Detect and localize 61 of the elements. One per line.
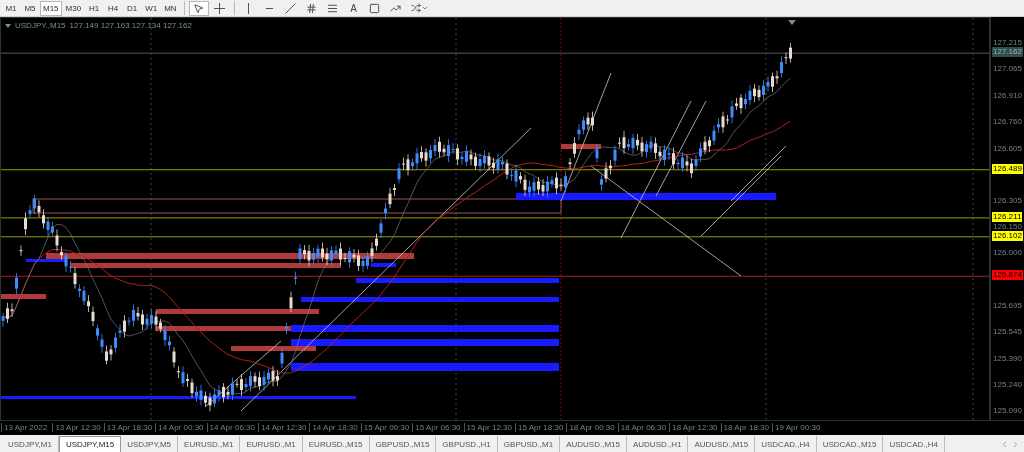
time-label: 13 Apr 18:30 xyxy=(103,423,153,432)
price-label: 126.150 xyxy=(992,222,1023,233)
time-label: 15 Apr 00:30 xyxy=(360,423,410,432)
chart-tab[interactable]: AUDUSD.,H1 xyxy=(626,436,689,452)
timeframe-button[interactable]: H4 xyxy=(104,0,123,16)
chart-tab[interactable]: GBPUSD.,M1 xyxy=(497,436,561,452)
price-label: 125.090 xyxy=(992,406,1023,417)
timeframe-button[interactable]: M1 xyxy=(2,0,20,16)
price-label: 126.760 xyxy=(992,116,1023,127)
chart-tab[interactable]: USDJPY,M5 xyxy=(121,436,179,452)
chart-tab[interactable]: AUDUSD.,M15 xyxy=(560,436,627,452)
timeframe-button[interactable]: W1 xyxy=(142,0,161,16)
chart-tab[interactable]: EURUSD.,M1 xyxy=(240,436,303,452)
time-label: 15 Apr 06:30 xyxy=(412,423,461,432)
chart-tab[interactable]: GBPUSD.,H1 xyxy=(436,436,498,452)
chart-tab[interactable]: USDJPY,M1 xyxy=(2,436,59,452)
time-label: 19 Apr 00:30 xyxy=(772,423,821,432)
price-marker: 127.162 xyxy=(992,47,1023,58)
chart-quote: 127.149 127.163 127.134 127.162 xyxy=(69,21,192,30)
price-marker: 126.211 xyxy=(992,211,1023,222)
time-label: 13 Apr 12:30 xyxy=(52,423,101,432)
price-label: 126.000 xyxy=(992,248,1023,259)
chart-tab[interactable]: USDCAD.,H4 xyxy=(883,436,945,452)
price-label: 127.065 xyxy=(992,63,1023,74)
price-label: 126.605 xyxy=(992,143,1023,154)
timeframe-button[interactable]: M30 xyxy=(62,0,85,16)
time-label: 15 Apr 12:30 xyxy=(463,423,512,432)
time-label: 14 Apr 06:30 xyxy=(206,423,255,432)
text-tool-button[interactable]: A xyxy=(343,0,364,16)
time-label: 18 Apr 06:30 xyxy=(617,423,667,432)
time-label: 18 Apr 18:30 xyxy=(720,423,769,432)
price-label: 125.240 xyxy=(992,380,1023,391)
timeframe-button[interactable]: D1 xyxy=(123,0,142,16)
time-label: 13 Apr 2022 xyxy=(1,423,48,432)
time-label: 18 Apr 12:30 xyxy=(669,423,718,432)
time-label: 14 Apr 00:30 xyxy=(155,423,204,432)
chart-tab[interactable]: USDJPY,M15 xyxy=(58,436,122,452)
price-label: 127.215 xyxy=(992,38,1023,48)
price-label: 125.695 xyxy=(992,301,1023,312)
price-marker: 126.102 xyxy=(992,230,1023,241)
chart-tab[interactable]: USDCAD.,H4 xyxy=(755,436,817,452)
chart-tab[interactable]: EURUSD.,M1 xyxy=(178,436,241,452)
time-label: 18 Apr 00:30 xyxy=(566,423,615,432)
price-label: 125.390 xyxy=(992,354,1023,365)
time-label: 14 Apr 18:30 xyxy=(309,423,358,432)
price-label: 126.305 xyxy=(992,195,1023,206)
timeframe-button[interactable]: MN xyxy=(161,0,180,16)
chart-tab[interactable]: EURUSD.,M15 xyxy=(302,436,370,452)
timeframe-button[interactable]: M15 xyxy=(40,0,62,16)
time-label: 15 Apr 18:30 xyxy=(515,423,564,432)
timeframe-button[interactable]: H1 xyxy=(85,0,104,16)
price-marker: 126.489 xyxy=(992,163,1023,174)
price-label: 126.910 xyxy=(992,90,1023,101)
price-marker: 125.874 xyxy=(992,270,1023,281)
chart-symbol: USDJPY.,M15 xyxy=(15,21,66,30)
time-label: 14 Apr 12:30 xyxy=(258,423,307,432)
chart-tab[interactable]: USDCAD.,M15 xyxy=(816,436,884,452)
price-label: 125.545 xyxy=(992,327,1023,338)
chart-tab[interactable]: GBPUSD.,M15 xyxy=(369,436,437,452)
chart-tab[interactable]: AUDUSD.,M15 xyxy=(688,436,756,452)
timeframe-button[interactable]: M5 xyxy=(21,0,39,16)
